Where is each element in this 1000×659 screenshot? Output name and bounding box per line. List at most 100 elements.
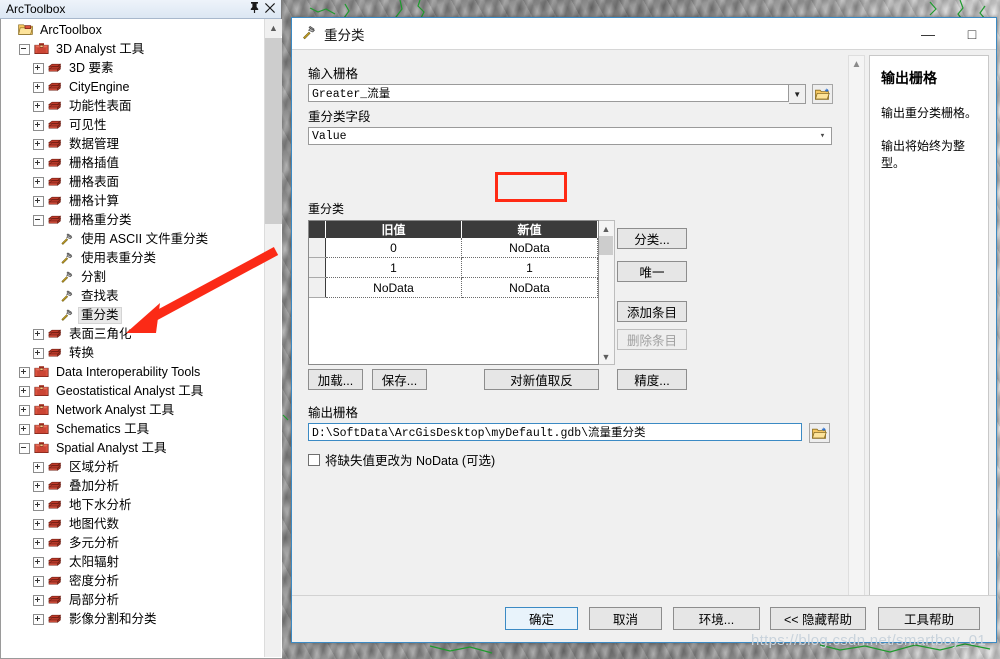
expand-toggle-icon[interactable] (33, 348, 44, 359)
output-raster-field[interactable]: D:\SoftData\ArcGisDesktop\myDefault.gdb\… (308, 423, 802, 441)
collapse-toggle-icon[interactable] (19, 443, 30, 454)
expand-toggle-icon[interactable] (33, 158, 44, 169)
tree-item[interactable]: CityEngine (1, 78, 263, 97)
tree-item[interactable]: 栅格表面 (1, 173, 263, 192)
tree-item[interactable]: 栅格插值 (1, 154, 263, 173)
tree-item[interactable]: Geostatistical Analyst 工具 (1, 382, 263, 401)
expand-toggle-icon[interactable] (33, 139, 44, 150)
expand-toggle-icon[interactable] (33, 538, 44, 549)
old-value-cell[interactable]: 0 (325, 238, 462, 258)
expand-toggle-icon[interactable] (33, 63, 44, 74)
tree-item[interactable]: 分割 (1, 268, 263, 287)
tree-item[interactable]: 地图代数 (1, 515, 263, 534)
collapse-toggle-icon[interactable] (33, 215, 44, 226)
input-raster-field[interactable]: Greater_流量 (308, 84, 790, 102)
pin-icon[interactable] (247, 2, 262, 16)
tree-item[interactable]: 局部分析 (1, 591, 263, 610)
expand-toggle-icon[interactable] (33, 177, 44, 188)
tree-item[interactable]: 查找表 (1, 287, 263, 306)
expand-toggle-icon[interactable] (19, 367, 30, 378)
expand-toggle-icon[interactable] (33, 519, 44, 530)
tree-item[interactable]: 使用表重分类 (1, 249, 263, 268)
tree-item[interactable]: 太阳辐射 (1, 553, 263, 572)
new-value-cell[interactable]: 1 (461, 257, 598, 278)
add-entry-button[interactable]: 添加条目 (617, 301, 687, 322)
missing-values-checkbox[interactable] (308, 453, 320, 466)
expand-toggle-icon[interactable] (33, 481, 44, 492)
expand-toggle-icon[interactable] (33, 462, 44, 473)
tree-item[interactable]: 栅格重分类 (1, 211, 263, 230)
tree-item[interactable]: ArcToolbox (1, 21, 263, 40)
expand-toggle-icon[interactable] (33, 196, 44, 207)
scrollbar-thumb[interactable] (265, 38, 282, 224)
reclass-grid-row[interactable]: NoData NoData (309, 277, 598, 298)
expand-toggle-icon[interactable] (19, 405, 30, 416)
toolbox-tree[interactable]: ArcToolbox 3D Analyst 工具 3D 要素 CityEngin… (1, 19, 263, 657)
expand-toggle-icon[interactable] (19, 424, 30, 435)
missing-values-checkbox-row[interactable]: 将缺失值更改为 NoData (可选) (308, 450, 495, 469)
precision-button[interactable]: 精度... (617, 369, 687, 390)
new-value-cell[interactable]: NoData (461, 238, 598, 258)
expand-toggle-icon[interactable] (33, 82, 44, 93)
environments-button[interactable]: 环境... (673, 607, 760, 630)
reverse-new-values-button[interactable]: 对新值取反 (484, 369, 599, 390)
new-value-cell[interactable]: NoData (461, 277, 598, 298)
expand-toggle-icon[interactable] (33, 101, 44, 112)
expand-toggle-icon[interactable] (33, 576, 44, 587)
tree-item[interactable]: 密度分析 (1, 572, 263, 591)
grid-scroll-up-icon[interactable]: ▲ (599, 221, 613, 236)
tree-item[interactable]: 多元分析 (1, 534, 263, 553)
tree-item[interactable]: 3D Analyst 工具 (1, 40, 263, 59)
tree-item[interactable]: 区域分析 (1, 458, 263, 477)
minimize-button[interactable]: — (906, 19, 950, 49)
output-raster-browse-button[interactable] (809, 423, 830, 443)
tree-item[interactable]: 使用 ASCII 文件重分类 (1, 230, 263, 249)
tree-item[interactable]: 数据管理 (1, 135, 263, 154)
tree-item[interactable]: Data Interoperability Tools (1, 363, 263, 382)
ok-button[interactable]: 确定 (505, 607, 578, 630)
old-value-cell[interactable]: 1 (325, 257, 462, 278)
maximize-button[interactable]: □ (950, 19, 994, 49)
expand-toggle-icon[interactable] (33, 500, 44, 511)
toolbox-vertical-scrollbar[interactable]: ▲ (264, 19, 282, 657)
tree-item[interactable]: Spatial Analyst 工具 (1, 439, 263, 458)
expand-toggle-icon[interactable] (33, 557, 44, 568)
tree-item[interactable]: 可见性 (1, 116, 263, 135)
tree-item[interactable]: 3D 要素 (1, 59, 263, 78)
row-selector-cell[interactable] (309, 277, 326, 298)
chevron-down-icon[interactable]: ▾ (814, 127, 832, 145)
hide-help-button[interactable]: << 隐藏帮助 (770, 607, 866, 630)
load-button[interactable]: 加载... (308, 369, 363, 390)
expand-toggle-icon[interactable] (33, 120, 44, 131)
grid-scroll-down-icon[interactable]: ▼ (599, 349, 613, 364)
scroll-up-arrow-icon[interactable]: ▲ (265, 19, 282, 36)
reclass-grid-row[interactable]: 0 NoData (309, 238, 598, 258)
tree-item[interactable]: 栅格计算 (1, 192, 263, 211)
reclass-grid-row[interactable]: 11 (309, 257, 598, 278)
old-value-column-header[interactable]: 旧值 (325, 221, 462, 238)
expand-toggle-icon[interactable] (33, 595, 44, 606)
new-value-column-header[interactable]: 新值 (461, 221, 598, 238)
tree-item[interactable]: 表面三角化 (1, 325, 263, 344)
cancel-button[interactable]: 取消 (589, 607, 662, 630)
tree-item[interactable]: 功能性表面 (1, 97, 263, 116)
tree-item[interactable]: 影像分割和分类 (1, 610, 263, 629)
parameters-scrollbar[interactable]: ▲ ▼ (848, 55, 865, 607)
expand-toggle-icon[interactable] (33, 614, 44, 625)
dialog-titlebar[interactable]: 重分类 — □ (292, 18, 996, 50)
reclass-table[interactable]: 旧值 新值 0 NoData 1 1 NoData NoData (308, 220, 599, 365)
save-button[interactable]: 保存... (372, 369, 427, 390)
tree-item[interactable]: Schematics 工具 (1, 420, 263, 439)
row-selector-cell[interactable] (309, 238, 326, 258)
reclass-table-scrollbar[interactable]: ▲ ▼ (599, 220, 615, 365)
tree-item[interactable]: 转换 (1, 344, 263, 363)
expand-toggle-icon[interactable] (33, 329, 44, 340)
input-raster-browse-button[interactable] (812, 84, 833, 104)
tree-item[interactable]: Network Analyst 工具 (1, 401, 263, 420)
collapse-toggle-icon[interactable] (19, 44, 30, 55)
close-icon[interactable] (262, 2, 277, 16)
old-value-cell[interactable]: NoData (325, 277, 462, 298)
tree-item[interactable]: 重分类 (1, 306, 263, 325)
tree-item[interactable]: 地下水分析 (1, 496, 263, 515)
reclass-field-input[interactable]: Value (308, 127, 814, 145)
